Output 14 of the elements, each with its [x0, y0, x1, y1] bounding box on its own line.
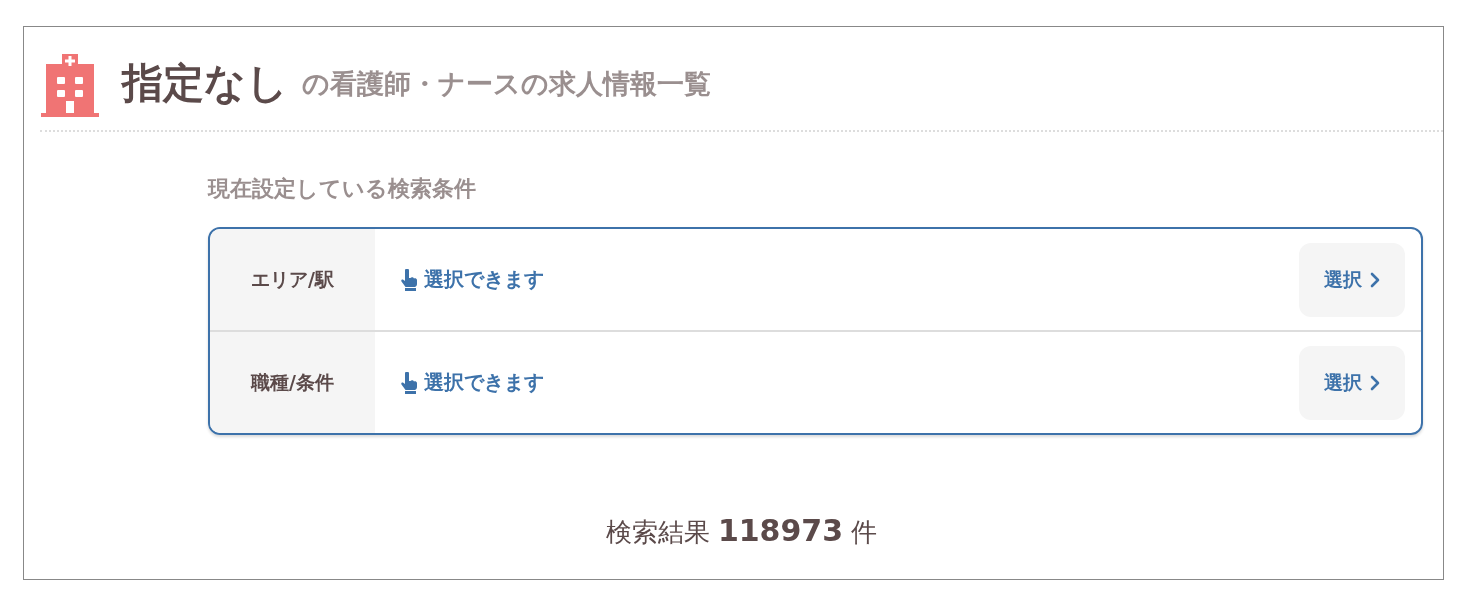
pointing-hand-icon	[400, 371, 418, 394]
section-title: 現在設定している検索条件	[208, 175, 477, 203]
select-button[interactable]: 選択	[1299, 345, 1405, 420]
pointing-hand-icon	[400, 268, 418, 291]
condition-value[interactable]: 選択できます	[424, 369, 544, 396]
select-button[interactable]: 選択	[1299, 242, 1405, 317]
page-subtitle: の看護師・ナースの求人情報一覧	[302, 66, 711, 101]
condition-label: 職種/条件	[210, 332, 375, 433]
result-count: 検索結果 118973 件	[604, 513, 879, 550]
condition-value[interactable]: 選択できます	[424, 266, 544, 293]
condition-label: エリア/駅	[210, 229, 375, 330]
chevron-right-icon	[1370, 374, 1380, 391]
page-title: 指定なし	[122, 58, 288, 109]
chevron-right-icon	[1370, 271, 1380, 288]
